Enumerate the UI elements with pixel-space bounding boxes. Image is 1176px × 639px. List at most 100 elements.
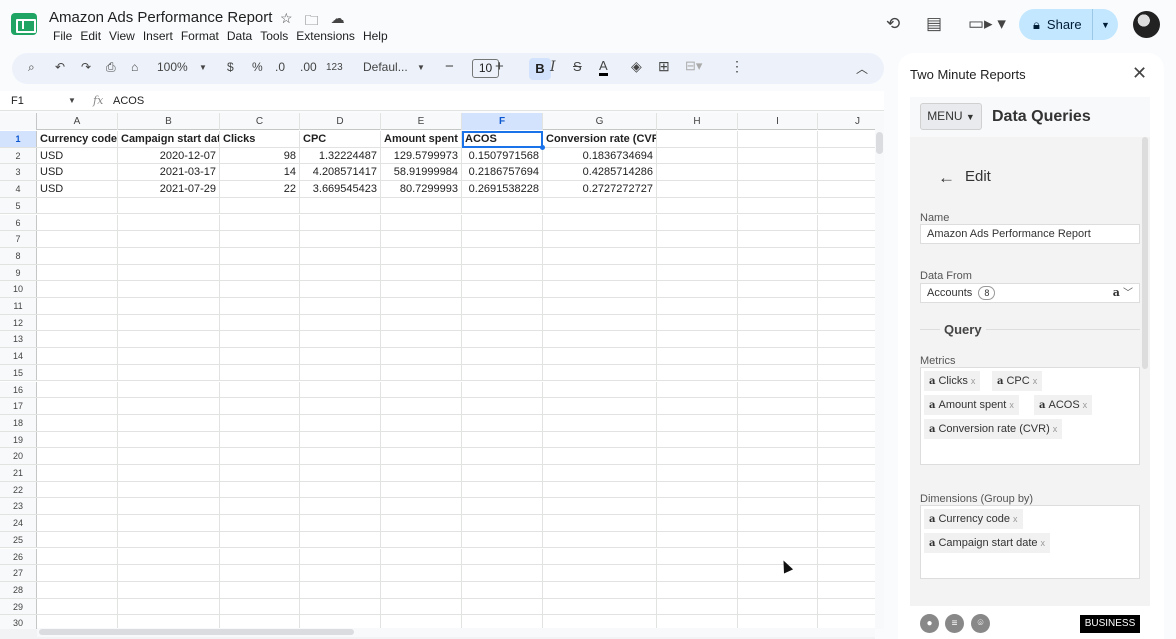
undo-icon[interactable]: ↶ [55,60,65,74]
grid-cell[interactable] [462,565,543,581]
row-header[interactable]: 10 [0,281,37,297]
grid-cell[interactable] [543,581,657,598]
menu-format[interactable]: Format [177,29,223,43]
column-header-e[interactable]: E [381,113,462,130]
column-header-d[interactable]: D [300,113,381,130]
grid-cell[interactable] [738,314,818,331]
zoom-select[interactable]: 100% [157,60,188,74]
grid-cell[interactable] [220,465,300,481]
grid-cell[interactable] [543,264,657,281]
grid-cell[interactable] [381,414,462,431]
grid-cell[interactable] [657,364,738,381]
column-header-j[interactable]: J [818,113,875,130]
increase-decimal-button[interactable]: .00 [300,60,317,74]
grid-cell[interactable] [543,481,657,498]
grid-cell[interactable] [37,515,118,531]
row-header[interactable]: 21 [0,465,37,481]
merge-cells-icon[interactable]: ⊟▾ [685,58,702,74]
grid-cell[interactable] [300,314,381,331]
grid-cell[interactable] [381,314,462,331]
grid-cell[interactable] [381,364,462,381]
remove-tag-icon[interactable]: x [1009,400,1014,410]
grid-cell[interactable]: 80.7299993 [381,181,462,197]
grid-cell[interactable] [37,414,118,431]
grid-cell[interactable] [738,498,818,515]
grid-cell[interactable] [543,448,657,464]
grid-cell[interactable] [300,431,381,448]
grid-cell[interactable] [657,231,738,247]
grid-cell[interactable]: Clicks [220,131,300,147]
column-header-b[interactable]: B [118,113,220,130]
row-header[interactable]: 5 [0,197,37,214]
column-header-c[interactable]: C [220,113,300,130]
grid-cell[interactable] [818,465,875,481]
grid-cell[interactable] [657,515,738,531]
grid-cell[interactable] [462,197,543,214]
grid-cell[interactable] [543,565,657,581]
menu-button[interactable]: MENU ▼ [920,103,982,130]
grid-cell[interactable] [300,448,381,464]
grid-cell[interactable]: Currency code [37,131,118,147]
grid-cell[interactable] [300,364,381,381]
grid-cell[interactable] [818,498,875,514]
metric-tag[interactable]: a Amount spent x [924,395,1019,415]
grid-cell[interactable] [462,448,543,464]
row-header[interactable]: 13 [0,331,37,348]
grid-cell[interactable] [220,498,300,515]
grid-cell[interactable] [37,247,118,264]
grid-cell[interactable] [381,448,462,464]
vertical-scrollbar[interactable] [875,113,884,629]
grid-cell[interactable]: 98 [220,147,300,164]
grid-cell[interactable] [381,398,462,414]
grid-cell[interactable] [738,264,818,281]
comments-icon[interactable]: ▤ [926,14,942,34]
column-header-h[interactable]: H [657,113,738,130]
grid-cell[interactable] [738,147,818,164]
grid-cell[interactable] [738,598,818,615]
sheets-logo-icon[interactable] [11,13,37,35]
chat-support-icon[interactable]: ≡ [945,614,964,633]
grid-cell[interactable] [300,565,381,581]
row-header[interactable]: 19 [0,431,37,448]
grid-cell[interactable] [818,382,875,398]
grid-cell[interactable]: Conversion rate (CVR) [543,131,657,147]
grid-cell[interactable] [300,465,381,481]
grid-cell[interactable] [738,465,818,481]
user-account-icon[interactable]: ● [920,614,939,633]
grid-cell[interactable] [738,181,818,197]
grid-cell[interactable] [543,197,657,214]
grid-cell[interactable] [657,197,738,214]
row-header[interactable]: 27 [0,565,37,581]
grid-cell[interactable]: 14 [220,164,300,181]
grid-cell[interactable] [543,348,657,364]
grid-cell[interactable] [37,381,118,398]
grid-cell[interactable] [543,531,657,548]
grid-cell[interactable] [543,398,657,414]
grid-cell[interactable] [220,598,300,615]
grid-cell[interactable] [37,581,118,598]
grid-cell[interactable] [543,598,657,615]
grid-cell[interactable] [462,214,543,231]
italic-button[interactable]: I [550,59,556,75]
grid-cell[interactable] [657,531,738,548]
grid-cell[interactable] [543,314,657,331]
grid-cell[interactable] [657,448,738,464]
name-box-chevron-icon[interactable]: ▼ [68,96,76,105]
grid-cell[interactable]: 0.1836734694 [543,147,657,164]
grid-cell[interactable] [657,331,738,348]
grid-cell[interactable] [818,398,875,414]
menu-edit[interactable]: Edit [76,29,105,43]
grid-cell[interactable] [381,381,462,398]
grid-cell[interactable] [657,264,738,281]
row-header[interactable]: 14 [0,348,37,364]
grid-cell[interactable] [738,281,818,297]
menu-extensions[interactable]: Extensions [292,29,359,43]
grid-cell[interactable] [118,314,220,331]
grid-cell[interactable] [37,264,118,281]
row-header[interactable]: 2 [0,147,37,164]
grid-cell[interactable] [220,448,300,464]
data-from-select[interactable]: Accounts 8 a ﹀ [920,283,1140,303]
grid-cell[interactable]: 0.2727272727 [543,181,657,197]
grid-cell[interactable]: 58.91999984 [381,164,462,181]
document-title[interactable]: Amazon Ads Performance Report [49,9,272,26]
